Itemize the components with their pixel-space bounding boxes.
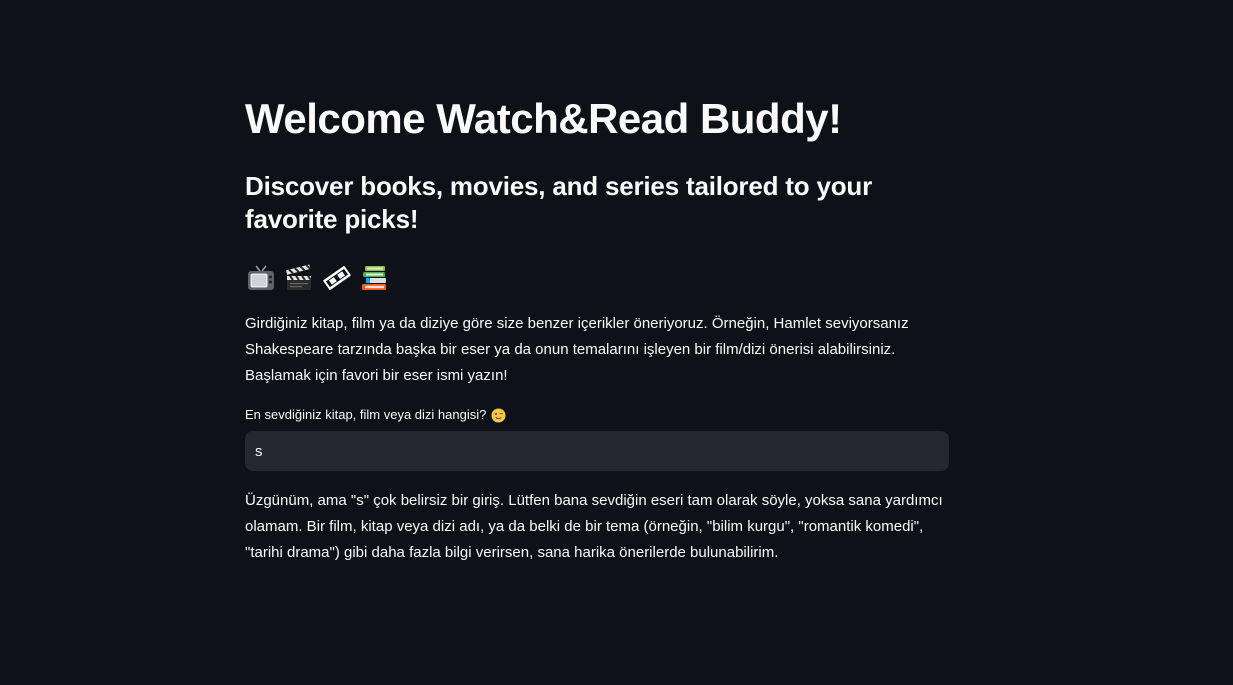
emoji-row bbox=[247, 264, 389, 292]
intro-text: Girdiğiniz kitap, film ya da diziye göre… bbox=[245, 315, 909, 384]
input-label: En sevdiğiniz kitap, film veya dizi hang… bbox=[245, 405, 506, 425]
winking-face-icon bbox=[491, 407, 506, 423]
page-subtitle: Discover books, movies, and series tailo… bbox=[245, 171, 873, 234]
assistant-response: Üzgünüm, ama "s" çok belirsiz bir giriş.… bbox=[245, 492, 943, 561]
books-icon bbox=[362, 266, 386, 290]
input-label-text: En sevdiğiniz kitap, film veya dizi hang… bbox=[245, 407, 487, 422]
page-title: Welcome Watch&Read Buddy! bbox=[245, 95, 842, 142]
television-icon bbox=[248, 265, 274, 290]
film-strip-icon bbox=[323, 266, 351, 290]
clapper-board-icon bbox=[286, 264, 312, 290]
favorite-work-input[interactable] bbox=[245, 431, 949, 471]
